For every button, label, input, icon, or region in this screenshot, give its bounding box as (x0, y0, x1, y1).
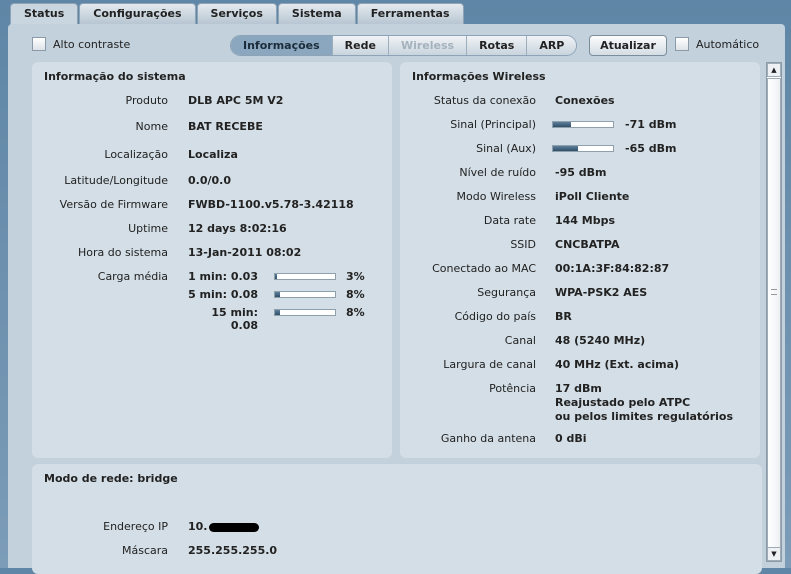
wireless-value: -95 dBm (555, 166, 607, 179)
scroll-down-icon[interactable]: ▼ (767, 547, 781, 561)
wireless-label: Ganho da antena (440, 432, 536, 445)
wireless-value: -65 dBm (625, 142, 677, 155)
load-value: 15 min: 0.08 (211, 306, 258, 332)
system-value: 12 days 8:02:16 (188, 222, 287, 235)
subtabs: Informações Rede Wireless Rotas ARP (230, 35, 578, 56)
system-value: Localiza (188, 148, 238, 161)
tab-sistema[interactable]: Sistema (277, 3, 356, 24)
signal-bar-fill (553, 122, 571, 127)
wireless-value: 48 (5240 MHz) (555, 334, 646, 347)
scrollbar-thumb[interactable] (767, 78, 781, 548)
tab-status[interactable]: Status (10, 3, 79, 25)
load-bar-fill (275, 292, 280, 297)
load-bar (274, 309, 336, 316)
wireless-label: Data rate (483, 214, 536, 227)
wireless-value: Conexões (555, 94, 615, 107)
subtab-rede[interactable]: Rede (332, 36, 389, 55)
load-label: Carga média (97, 270, 168, 283)
wireless-value: CNCBATPA (555, 238, 620, 251)
load-percent: 8% (346, 306, 365, 319)
load-percent: 3% (346, 270, 365, 283)
tab-configuracoes[interactable]: Configurações (79, 3, 196, 24)
wireless-label: Sinal (Aux) (476, 142, 536, 155)
wireless-value: 17 dBm (555, 382, 602, 395)
system-label: Localização (104, 148, 168, 161)
wireless-value: BR (555, 310, 572, 323)
system-label: Hora do sistema (77, 246, 168, 259)
network-mode-title: Modo de rede: bridge (44, 472, 178, 485)
subtab-arp[interactable]: ARP (527, 36, 577, 55)
subtab-wireless: Wireless (388, 36, 468, 55)
wireless-label: Nível de ruído (459, 166, 536, 179)
redaction-scribble (208, 522, 259, 532)
load-bar (274, 273, 336, 280)
system-label: Latitude/Longitude (64, 174, 168, 187)
wireless-info-title: Informações Wireless (412, 70, 546, 83)
wireless-value: 144 Mbps (555, 214, 616, 227)
tab-servicos[interactable]: Serviços (196, 3, 277, 24)
wireless-value: 40 MHz (Ext. acima) (555, 358, 680, 371)
system-label: Uptime (128, 222, 168, 235)
wireless-value-note: ou pelos limites regulatórios (555, 410, 734, 423)
scrollbar[interactable]: ▲ ▼ (766, 62, 782, 562)
wireless-label: Segurança (477, 286, 536, 299)
wireless-label: Status da conexão (433, 94, 536, 107)
subtab-informacoes[interactable]: Informações (231, 36, 333, 55)
system-value: 13-Jan-2011 08:02 (188, 246, 302, 259)
wireless-value-note: Reajustado pelo ATPC (555, 396, 691, 409)
wireless-value: 0 dBi (555, 432, 587, 445)
wireless-label: Largura de canal (443, 358, 536, 371)
tab-ferramentas[interactable]: Ferramentas (356, 3, 464, 24)
auto-refresh-checkbox[interactable] (675, 37, 689, 51)
ip-value: 10. (188, 520, 259, 533)
load-bar (274, 291, 336, 298)
load-percent: 8% (346, 288, 365, 301)
wireless-value: 00:1A:3F:84:82:87 (555, 262, 670, 275)
signal-bar (552, 145, 614, 152)
main-tabs: Status Configurações Serviços Sistema Fe… (10, 3, 465, 25)
wireless-value: iPoll Cliente (555, 190, 630, 203)
wireless-label: SSID (510, 238, 536, 251)
mask-label: Máscara (121, 544, 168, 557)
load-value: 5 min: 0.08 (188, 288, 258, 301)
wireless-label: Sinal (Principal) (450, 118, 536, 131)
auto-refresh-label: Automático (696, 38, 760, 51)
high-contrast-label: Alto contraste (53, 38, 131, 51)
subtab-rotas[interactable]: Rotas (467, 36, 528, 55)
load-bar-fill (275, 310, 280, 315)
grip-icon (771, 289, 777, 295)
load-bar-fill (275, 274, 277, 279)
wireless-label: Potência (489, 382, 536, 395)
system-value: BAT RECEBE (188, 120, 263, 133)
refresh-button[interactable]: Atualizar (589, 35, 667, 56)
high-contrast-checkbox[interactable] (32, 37, 46, 51)
wireless-label: Código do país (454, 310, 536, 323)
ip-label: Endereço IP (103, 520, 168, 533)
signal-bar-fill (553, 146, 579, 151)
system-label: Versão de Firmware (59, 198, 168, 211)
system-label: Nome (135, 120, 168, 133)
system-info-title: Informação do sistema (44, 70, 186, 83)
scroll-up-icon[interactable]: ▲ (767, 63, 781, 77)
system-value: DLB APC 5M V2 (188, 94, 284, 107)
system-label: Produto (125, 94, 168, 107)
wireless-value: WPA-PSK2 AES (555, 286, 648, 299)
mask-value: 255.255.255.0 (188, 544, 278, 557)
wireless-label: Canal (504, 334, 536, 347)
system-value: FWBD-1100.v5.78-3.42118 (188, 198, 354, 211)
signal-bar (552, 121, 614, 128)
wireless-label: Conectado ao MAC (432, 262, 536, 275)
system-value: 0.0/0.0 (188, 174, 231, 187)
load-value: 1 min: 0.03 (188, 270, 258, 283)
wireless-label: Modo Wireless (456, 190, 536, 203)
wireless-value: -71 dBm (625, 118, 677, 131)
